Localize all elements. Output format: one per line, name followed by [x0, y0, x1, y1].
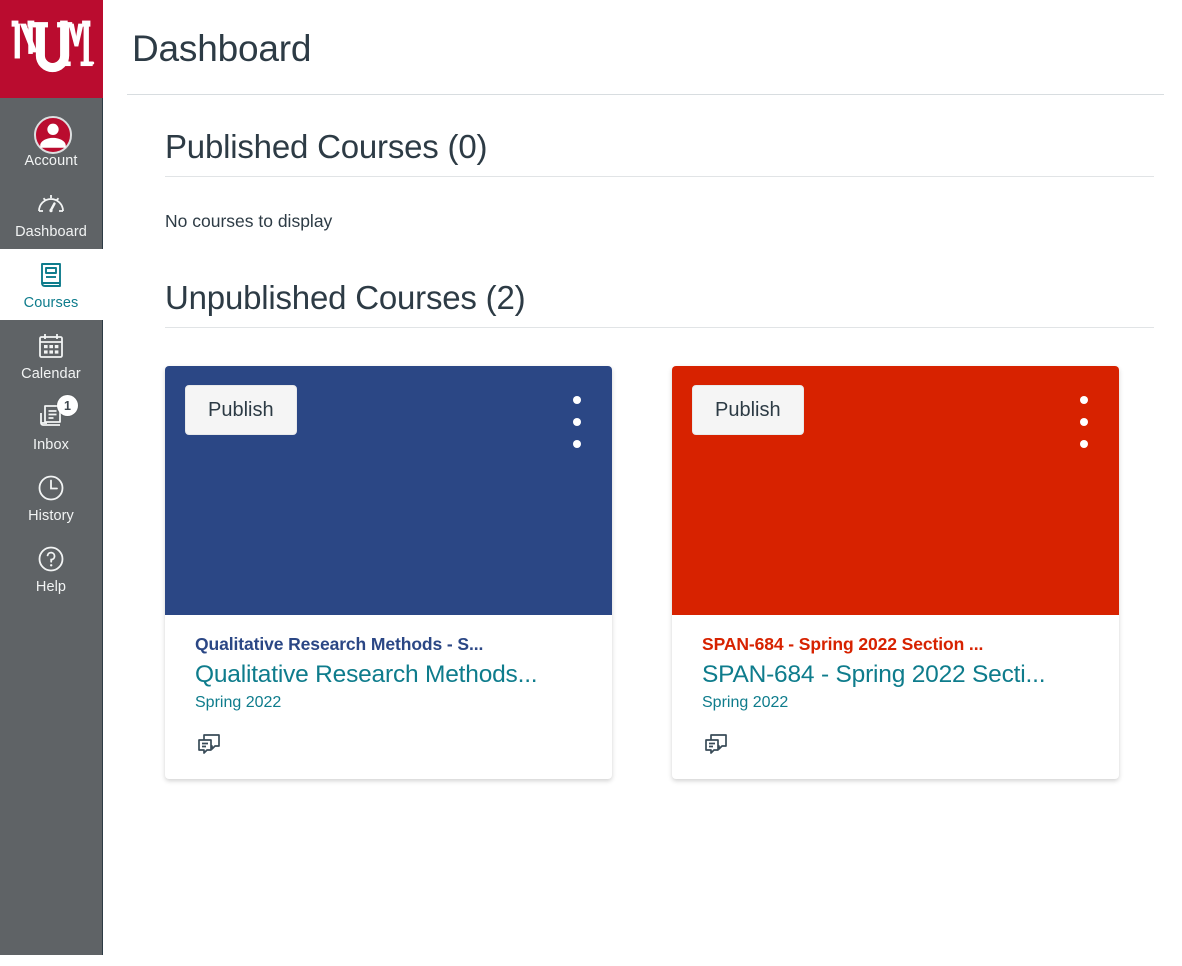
main-content: Dashboard Published Courses (0) No cours… [103, 0, 1182, 966]
sidebar-item-dashboard[interactable]: Dashboard [0, 178, 103, 249]
course-card-term: Spring 2022 [195, 694, 282, 711]
published-courses-empty-message: No courses to display [165, 211, 333, 231]
discussions-icon[interactable] [702, 731, 730, 759]
kebab-menu-icon[interactable] [1075, 396, 1093, 448]
course-card-name[interactable]: SPAN-684 - Spring 2022 Secti... [702, 659, 1099, 691]
calendar-icon [34, 329, 68, 363]
book-icon [34, 258, 68, 292]
sidebar-item-calendar[interactable]: Calendar [0, 320, 103, 391]
unm-logo-mark [11, 20, 95, 73]
course-card-body: SPAN-684 - Spring 2022 Section ... SPAN-… [672, 615, 1119, 779]
sidebar-label-account: Account [24, 153, 78, 169]
course-card-code[interactable]: Qualitative Research Methods - S... [195, 632, 592, 656]
course-card[interactable]: Publish Qualitative Research Methods - S… [165, 366, 612, 779]
sidebar-item-courses[interactable]: Courses [0, 249, 103, 320]
course-card-body: Qualitative Research Methods - S... Qual… [165, 615, 612, 779]
course-card-header: Publish [672, 366, 1119, 615]
kebab-menu-icon[interactable] [568, 396, 586, 448]
course-card-header: Publish [165, 366, 612, 615]
sidebar-label-calendar: Calendar [21, 366, 81, 382]
sidebar-label-courses: Courses [23, 295, 79, 311]
course-card-code[interactable]: SPAN-684 - Spring 2022 Section ... [702, 632, 1099, 656]
course-card-action-icons [195, 731, 592, 759]
sidebar-label-inbox: Inbox [33, 437, 69, 453]
user-avatar-icon [34, 116, 72, 154]
publish-button[interactable]: Publish [692, 385, 804, 435]
sidebar-label-dashboard: Dashboard [15, 224, 87, 240]
dashboard-content: Published Courses (0) No courses to disp… [103, 95, 1182, 779]
sidebar-item-account[interactable]: Account [0, 107, 103, 178]
clock-icon [34, 471, 68, 505]
sidebar-item-history[interactable]: History [0, 462, 103, 533]
sidebar-label-history: History [28, 508, 74, 524]
inbox-unread-badge: 1 [57, 395, 78, 416]
page-title: Dashboard [132, 28, 312, 69]
discussions-icon[interactable] [195, 731, 223, 759]
course-card-name[interactable]: Qualitative Research Methods... [195, 659, 592, 691]
unpublished-courses-heading: Unpublished Courses (2) [165, 279, 526, 316]
global-navigation-sidebar: Account Dashboard Courses Calendar 1 Inb… [0, 0, 103, 955]
course-card-list: Publish Qualitative Research Methods - S… [165, 366, 1154, 779]
publish-button[interactable]: Publish [185, 385, 297, 435]
canvas-dashboard-page: Account Dashboard Courses Calendar 1 Inb… [0, 0, 1182, 966]
question-circle-icon [34, 542, 68, 576]
sidebar-label-help: Help [35, 579, 67, 595]
sidebar-item-inbox[interactable]: 1 Inbox [0, 391, 103, 462]
sidebar-item-help[interactable]: Help [0, 533, 103, 604]
course-card[interactable]: Publish SPAN-684 - Spring 2022 Section .… [672, 366, 1119, 779]
speedometer-icon [34, 187, 68, 221]
course-card-action-icons [702, 731, 1099, 759]
inbox-icon: 1 [34, 395, 78, 434]
published-courses-heading: Published Courses (0) [165, 128, 488, 165]
unm-logo[interactable] [0, 0, 103, 98]
course-card-term: Spring 2022 [702, 694, 789, 711]
